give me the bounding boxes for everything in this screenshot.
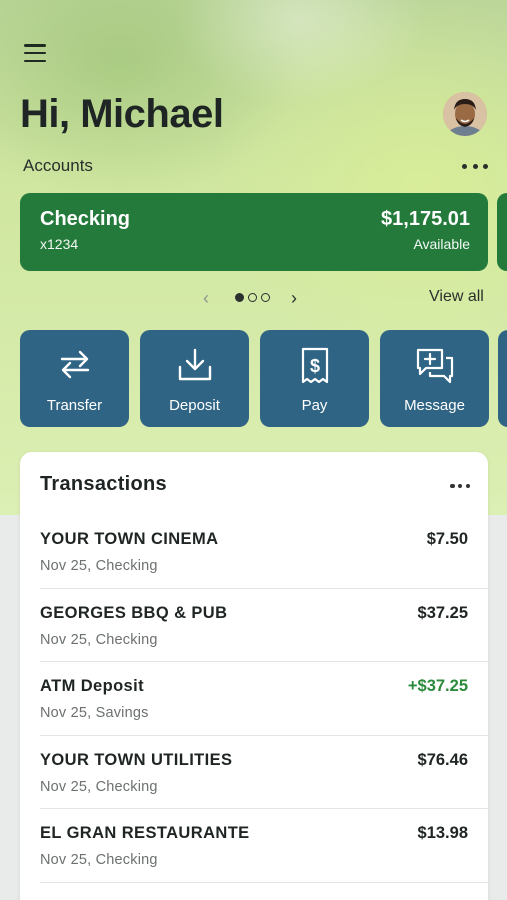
accounts-section-label: Accounts xyxy=(23,156,93,175)
action-tile-next-peek[interactable] xyxy=(498,330,507,427)
chevron-right-icon[interactable]: › xyxy=(291,288,297,308)
receipt-dollar-icon: $ xyxy=(301,347,328,384)
account-number: x1234 xyxy=(40,236,79,252)
transaction-merchant: YOUR TOWN UTILITIES xyxy=(40,750,233,769)
message-label: Message xyxy=(404,397,465,414)
account-card-next-peek[interactable] xyxy=(497,193,507,271)
transaction-row[interactable]: YOUR TOWN UTILITIES Nov 25, Checking $76… xyxy=(40,736,488,809)
transactions-more-icon[interactable] xyxy=(450,483,470,489)
transaction-meta: Nov 25, Savings xyxy=(40,705,149,721)
transaction-row[interactable]: GEORGES BBQ & PUB Nov 25, Checking $37.2… xyxy=(40,589,488,662)
transaction-meta: Nov 25, Checking xyxy=(40,631,158,648)
account-balance-label: Available xyxy=(413,236,470,252)
accounts-more-icon[interactable] xyxy=(462,160,488,172)
transaction-row[interactable]: YOUR TOWN CINEMA Nov 25, Checking $7.50 xyxy=(40,515,488,589)
account-balance: $1,175.01 xyxy=(381,208,470,230)
deposit-label: Deposit xyxy=(169,397,220,414)
greeting-title: Hi, Michael xyxy=(20,92,224,136)
deposit-button[interactable]: Deposit xyxy=(140,330,249,427)
page-dot-active xyxy=(235,293,244,302)
chat-plus-icon xyxy=(416,348,453,384)
account-name: Checking xyxy=(40,208,131,230)
transaction-amount: $76.46 xyxy=(417,750,468,769)
transaction-merchant: GEORGES BBQ & PUB xyxy=(40,603,228,622)
transaction-meta: Nov 25, Checking xyxy=(40,852,158,868)
transactions-list: YOUR TOWN CINEMA Nov 25, Checking $7.50 … xyxy=(20,515,488,883)
pay-label: Pay xyxy=(301,397,328,414)
pay-button[interactable]: $ Pay xyxy=(260,330,369,427)
page-dot xyxy=(248,293,257,302)
transaction-meta: Nov 25, Checking xyxy=(40,778,158,795)
avatar[interactable] xyxy=(443,92,487,136)
transactions-card: Transactions YOUR TOWN CINEMA Nov 25, Ch… xyxy=(20,452,488,900)
chevron-left-icon[interactable]: ‹ xyxy=(203,288,209,308)
transfer-button[interactable]: Transfer xyxy=(20,330,129,427)
download-tray-icon xyxy=(178,348,211,381)
message-button[interactable]: Message xyxy=(380,330,489,427)
view-all-link[interactable]: View all xyxy=(429,288,484,306)
hamburger-menu-icon[interactable] xyxy=(24,44,46,62)
svg-text:$: $ xyxy=(309,356,319,376)
account-card-checking[interactable]: Checking x1234 $1,175.01 Available xyxy=(20,193,488,271)
transaction-row[interactable]: ATM Deposit Nov 25, Savings +$37.25 xyxy=(40,662,488,736)
transaction-amount: $37.25 xyxy=(417,603,468,622)
transfer-label: Transfer xyxy=(46,397,103,414)
transaction-merchant: ATM Deposit xyxy=(40,677,145,695)
transaction-row[interactable]: EL GRAN RESTAURANTE Nov 25, Checking $13… xyxy=(40,809,488,883)
accounts-pager: ‹ › xyxy=(203,288,303,308)
transaction-amount: $13.98 xyxy=(417,824,468,842)
transaction-amount: $7.50 xyxy=(426,530,468,548)
transactions-title: Transactions xyxy=(40,473,167,495)
page-dot xyxy=(261,293,270,302)
transaction-merchant: YOUR TOWN CINEMA xyxy=(40,530,219,548)
transaction-merchant: EL GRAN RESTAURANTE xyxy=(40,824,250,842)
user-photo-icon xyxy=(443,92,487,136)
page-indicator xyxy=(235,293,270,302)
transfer-arrows-icon xyxy=(60,350,89,379)
transaction-meta: Nov 25, Checking xyxy=(40,558,158,574)
transaction-amount: +$37.25 xyxy=(407,677,468,695)
